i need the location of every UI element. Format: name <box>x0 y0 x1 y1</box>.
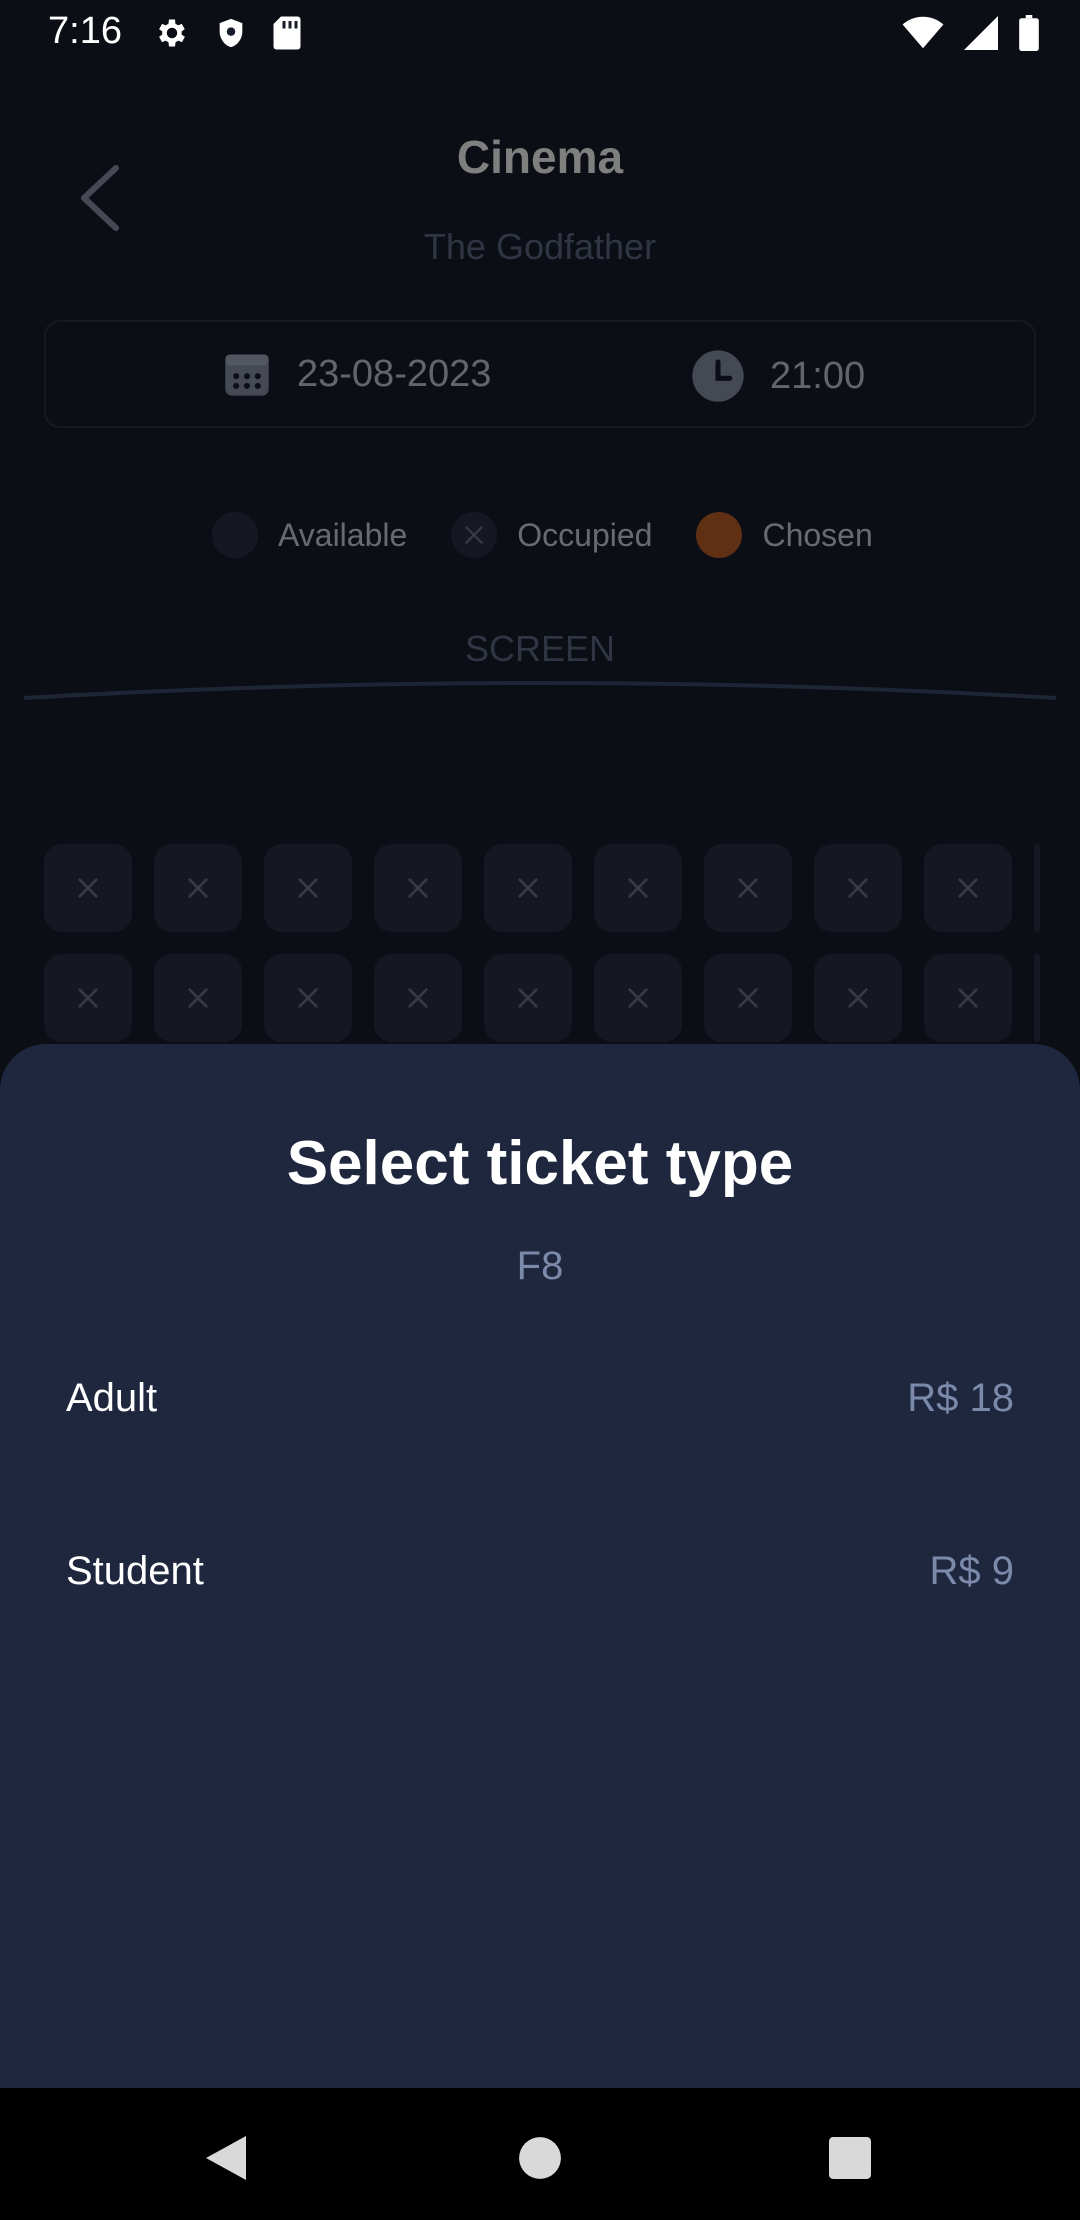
signal-icon <box>964 16 998 55</box>
back-triangle-icon <box>206 2136 246 2180</box>
status-icons-left <box>154 15 302 56</box>
wifi-icon <box>902 16 944 55</box>
ticket-option-student[interactable]: Student R$ 9 <box>0 1507 1080 1647</box>
ticket-option-label: Student <box>66 1549 204 1593</box>
battery-icon <box>1018 15 1040 56</box>
ticket-option-label: Adult <box>66 1376 158 1420</box>
selected-seat: F8 <box>516 1244 564 1288</box>
sd-card-icon <box>272 15 302 56</box>
sheet-title: Select ticket type <box>286 1129 794 1198</box>
ticket-option-adult[interactable]: Adult R$ 18 <box>0 1334 1080 1474</box>
screen: 7:16 Cinem <box>0 0 1080 2220</box>
status-bar: 7:16 <box>0 0 1080 66</box>
shield-icon <box>214 15 248 56</box>
ticket-type-sheet: Select ticket type F8 Adult R$ 18 Studen… <box>0 1044 1080 2088</box>
gear-icon <box>154 15 190 56</box>
nav-back-button[interactable] <box>186 2118 266 2198</box>
ticket-option-price: R$ 18 <box>907 1376 1014 1420</box>
home-circle-icon <box>519 2137 561 2179</box>
navigation-bar <box>0 2088 1080 2220</box>
nav-recents-button[interactable] <box>810 2118 890 2198</box>
nav-home-button[interactable] <box>500 2118 580 2198</box>
recents-square-icon <box>829 2137 871 2179</box>
status-icons-right <box>902 15 1040 56</box>
status-time: 7:16 <box>48 10 122 52</box>
ticket-option-price: R$ 9 <box>929 1549 1015 1593</box>
